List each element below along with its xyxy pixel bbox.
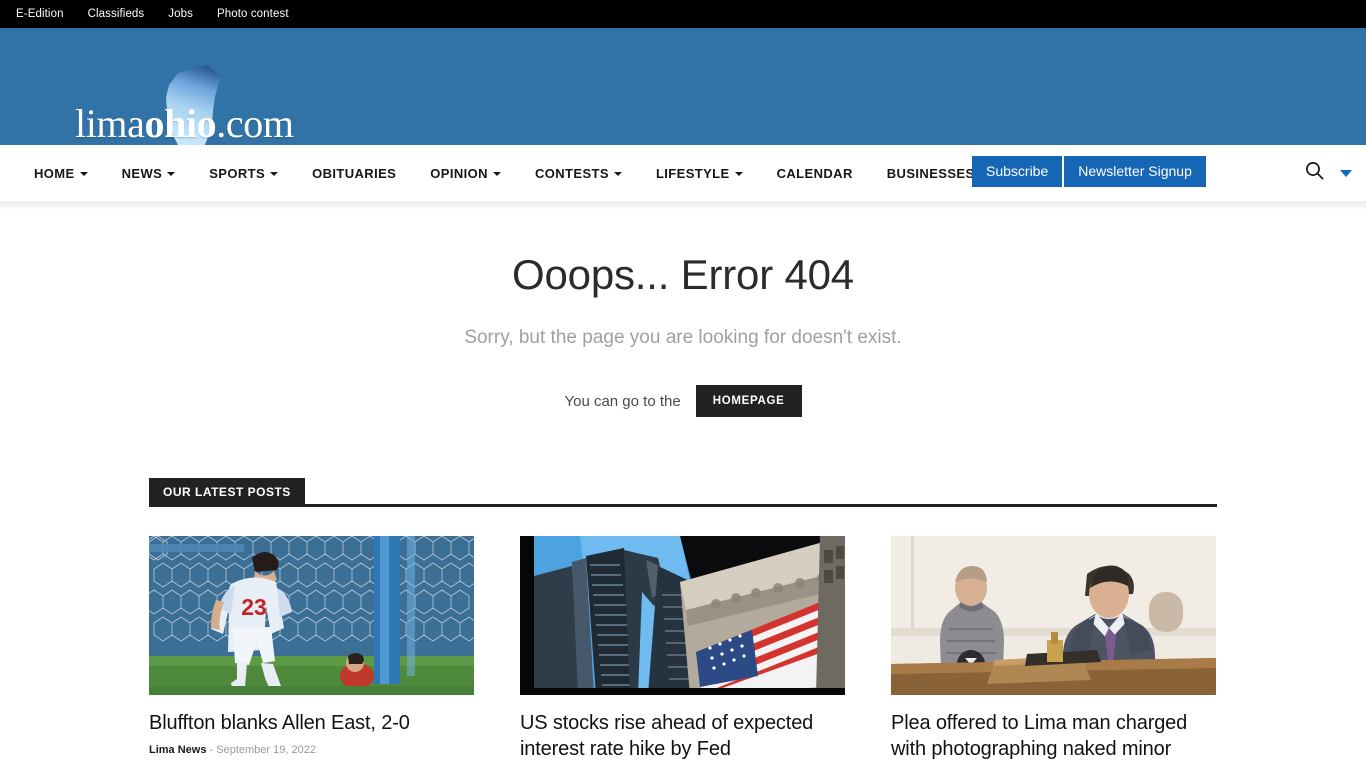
utility-topbar: E-Edition Classifieds Jobs Photo contest [0,0,1366,28]
post-thumbnail-soccer[interactable]: 23 [149,536,474,696]
topbar-link-jobs[interactable]: Jobs [168,0,193,28]
svg-text:23: 23 [241,594,267,620]
post-author[interactable]: Lima News [149,744,206,756]
site-masthead: limaohio.com [0,28,1366,155]
homepage-cta-label: You can go to the [564,392,681,410]
page-title: Ooops... Error 404 [512,251,854,298]
nav-item-opinion[interactable]: OPINION [430,166,518,181]
chevron-down-icon [167,172,176,176]
latest-posts-section: OUR LATEST POSTS 23 Bluffton blanks Alle… [149,478,1217,762]
newsletter-signup-button[interactable]: Newsletter Signup [1064,156,1206,188]
nav-item-home[interactable]: HOME [34,166,105,181]
post-meta: Lima News - September 19, 2022 [149,744,474,756]
site-logo-text: limaohio.com [75,100,294,147]
post-date: September 19, 2022 [216,743,316,756]
section-header: OUR LATEST POSTS [149,478,1217,508]
subscribe-button-group: Subscribe Newsletter Signup [972,156,1206,188]
nav-item-label: CALENDAR [776,165,853,181]
nav-item-label: LIFESTYLE [655,165,730,181]
post-title[interactable]: US stocks rise ahead of expected interes… [520,711,845,762]
nav-item-label: SPORTS [209,165,266,181]
post-title[interactable]: Bluffton blanks Allen East, 2-0 [149,711,474,736]
nav-item-obituaries[interactable]: OBITUARIES [312,166,413,181]
chevron-down-icon [270,172,279,176]
nav-item-label: BUSINESSES [886,165,975,181]
chevron-down-icon [613,172,622,176]
logo-text-ohio: ohio [144,101,217,146]
nav-item-contests[interactable]: CONTESTS [535,166,639,181]
nav-item-sports[interactable]: SPORTS [209,166,295,181]
post-card: US stocks rise ahead of expected interes… [520,536,845,762]
chevron-down-icon[interactable] [1340,169,1352,177]
nav-item-news[interactable]: NEWS [122,166,193,181]
nav-item-label: OPINION [430,165,488,181]
error-subtitle: Sorry, but the page you are looking for … [464,327,902,349]
nav-shadow-divider [0,202,1366,210]
logo-text-lima: lima [75,101,145,146]
nav-item-lifestyle[interactable]: LIFESTYLE [656,166,760,181]
search-icon[interactable] [1305,161,1324,185]
topbar-link-e-edition[interactable]: E-Edition [16,0,64,28]
nav-item-label: CONTESTS [534,165,609,181]
chevron-down-icon [79,172,88,176]
nav-item-label: HOME [34,165,75,181]
homepage-button[interactable]: HOMEPAGE [695,385,802,418]
chevron-down-icon [734,172,743,176]
homepage-cta-row: You can go to the HOMEPAGE [0,385,1366,418]
site-logo[interactable]: limaohio.com [75,65,395,155]
topbar-link-classifieds[interactable]: Classifieds [88,0,145,28]
section-title-badge: OUR LATEST POSTS [149,478,305,508]
post-title[interactable]: Plea offered to Lima man charged with ph… [891,711,1216,762]
logo-text-dotcom: .com [216,101,294,146]
nav-item-label: OBITUARIES [312,165,397,181]
post-card: 23 Bluffton blanks Allen East, 2-0 Lima … [149,536,474,762]
nav-item-list: HOME NEWS SPORTS OBITUARIES OPINION CONT… [0,166,1005,181]
post-card: Plea offered to Lima man charged with ph… [891,536,1216,762]
nav-utility-group [1305,161,1352,185]
post-card-list: 23 Bluffton blanks Allen East, 2-0 Lima … [149,536,1217,762]
nav-item-label: NEWS [121,165,163,181]
post-meta-separator: - [209,743,214,756]
error-404-block: Ooops... Error 404 Sorry, but the page y… [0,210,1366,418]
subscribe-button[interactable]: Subscribe [972,156,1063,188]
topbar-link-photo-contest[interactable]: Photo contest [217,0,289,28]
chevron-down-icon [492,172,501,176]
post-thumbnail-courtroom[interactable] [891,536,1216,696]
nav-item-calendar[interactable]: CALENDAR [777,166,870,181]
post-thumbnail-stocks[interactable] [520,536,845,696]
section-divider [149,504,1217,508]
